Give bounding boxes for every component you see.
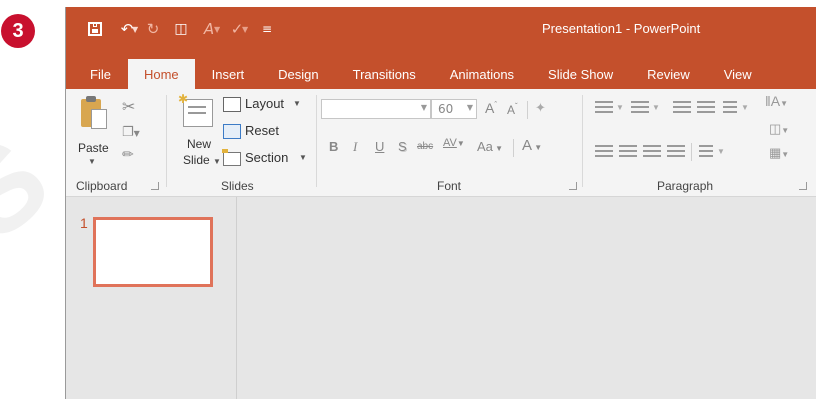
layout-label: Layout bbox=[245, 96, 285, 111]
window-title: Presentation1 - PowerPoint bbox=[542, 21, 701, 36]
tab-design[interactable]: Design bbox=[261, 59, 335, 89]
slide-editing-area[interactable] bbox=[237, 197, 816, 399]
font-size-combobox[interactable]: 60 ▼ bbox=[431, 99, 477, 119]
quick-access-toolbar: ↶ ▼ ↻ ◫ A ▼ ✓ ▼ ≡ bbox=[66, 7, 276, 51]
slides-group-label: Slides bbox=[221, 179, 254, 193]
tab-review[interactable]: Review bbox=[630, 59, 707, 89]
decrease-indent-icon[interactable] bbox=[673, 101, 691, 113]
separator bbox=[691, 143, 692, 161]
new-slide-icon: ✱ bbox=[178, 93, 213, 127]
line-spacing-icon[interactable] bbox=[723, 101, 737, 113]
bullets-icon[interactable] bbox=[595, 101, 613, 113]
clipboard-group-label: Clipboard bbox=[76, 179, 128, 193]
tab-file[interactable]: File bbox=[66, 59, 128, 89]
step-badge: 3 bbox=[1, 14, 35, 48]
font-name-dropdown-icon[interactable]: ▼ bbox=[421, 103, 427, 112]
slide-number: 1 bbox=[80, 215, 88, 231]
font-name-combobox[interactable]: ▼ bbox=[321, 99, 431, 119]
font-color-button[interactable]: A ▼ bbox=[522, 137, 542, 154]
font-launcher-icon[interactable] bbox=[569, 182, 577, 190]
font-size-dropdown-icon[interactable]: ▼ bbox=[467, 103, 473, 112]
text-direction-icon[interactable]: ‖A▼ bbox=[765, 93, 788, 109]
font-group-label: Font bbox=[437, 179, 462, 193]
watermark: S bbox=[0, 111, 74, 267]
separator bbox=[527, 101, 528, 119]
tab-slide-show[interactable]: Slide Show bbox=[531, 59, 630, 89]
paragraph-group: ▼ ▼ ▼ ‖A▼ ◫▼ ▦▼ ▼ Paragraph bbox=[583, 89, 816, 196]
align-text-icon[interactable]: ◫▼ bbox=[769, 121, 789, 137]
tab-home[interactable]: Home bbox=[127, 59, 195, 89]
underline-button[interactable]: U bbox=[375, 139, 384, 154]
ribbon-tabs: File Home Insert Design Transitions Anim… bbox=[66, 51, 816, 89]
character-spacing-button[interactable]: AV▼ bbox=[443, 137, 465, 149]
title-bar: ↶ ▼ ↻ ◫ A ▼ ✓ ▼ ≡ Presentation1 - PowerP… bbox=[66, 7, 816, 51]
format-painter-brush-icon[interactable]: ✏ bbox=[122, 147, 134, 163]
italic-button[interactable]: I bbox=[353, 139, 357, 155]
ribbon: Paste ▼ ✂ ❐▼ ✏ Clipboard ✱ New Slide ▼ L… bbox=[66, 89, 816, 197]
increase-indent-icon[interactable] bbox=[697, 101, 715, 113]
slide-thumbnails-pane: 1 bbox=[66, 197, 237, 399]
layout-icon bbox=[223, 97, 241, 112]
align-right-icon[interactable] bbox=[643, 145, 661, 157]
clear-formatting-icon[interactable]: ✦ bbox=[535, 100, 546, 116]
clipboard-group: Paste ▼ ✂ ❐▼ ✏ Clipboard bbox=[66, 89, 166, 196]
justify-icon[interactable] bbox=[667, 145, 685, 157]
bullets-dropdown-icon[interactable]: ▼ bbox=[616, 103, 624, 112]
convert-to-smartart-icon[interactable]: ▦▼ bbox=[769, 145, 789, 161]
section-label: Section bbox=[245, 150, 289, 165]
paste-button[interactable]: Paste ▼ bbox=[76, 95, 116, 166]
new-slide-label-line2: Slide ▼ bbox=[183, 153, 221, 167]
strikethrough-button[interactable]: abc bbox=[417, 141, 433, 152]
new-slide-button[interactable]: ✱ New Slide ▼ bbox=[175, 93, 221, 173]
redo-icon[interactable]: ↻ bbox=[144, 19, 162, 39]
bold-button[interactable]: B bbox=[329, 139, 338, 154]
reset-icon bbox=[223, 124, 241, 139]
undo-icon[interactable]: ↶ bbox=[118, 19, 136, 39]
section-dropdown-icon: ▼ bbox=[299, 153, 307, 162]
clipboard-launcher-icon[interactable] bbox=[151, 182, 159, 190]
increase-font-size-button[interactable]: Aˆ bbox=[485, 100, 497, 116]
tab-view[interactable]: View bbox=[707, 59, 769, 89]
customize-icon[interactable]: ≡ bbox=[258, 19, 276, 39]
section-icon bbox=[222, 149, 241, 166]
paragraph-group-label: Paragraph bbox=[657, 179, 714, 193]
paste-dropdown-icon: ▼ bbox=[88, 157, 96, 166]
align-center-icon[interactable] bbox=[619, 145, 637, 157]
decrease-font-size-button[interactable]: Aˇ bbox=[507, 102, 518, 117]
paste-label: Paste bbox=[78, 141, 109, 155]
start-from-beginning-icon[interactable]: ◫ bbox=[172, 19, 190, 39]
align-left-icon[interactable] bbox=[595, 145, 613, 157]
tab-transitions[interactable]: Transitions bbox=[336, 59, 433, 89]
tab-animations[interactable]: Animations bbox=[433, 59, 531, 89]
cut-icon[interactable]: ✂ bbox=[122, 97, 135, 116]
change-case-button[interactable]: Aa ▼ bbox=[477, 139, 503, 154]
format-painter-icon[interactable]: ✓ bbox=[228, 19, 246, 39]
font-group: ▼ 60 ▼ Aˆ Aˇ ✦ B I U S abc AV▼ Aa ▼ A ▼ … bbox=[317, 89, 582, 196]
new-slide-label-line1: New bbox=[187, 137, 212, 151]
reset-label: Reset bbox=[245, 123, 279, 138]
text-shadow-button[interactable]: S bbox=[398, 139, 407, 154]
tab-insert[interactable]: Insert bbox=[195, 59, 262, 89]
copy-icon[interactable]: ❐▼ bbox=[122, 125, 140, 140]
columns-dropdown-icon[interactable]: ▼ bbox=[717, 147, 725, 156]
columns-icon[interactable] bbox=[699, 145, 713, 157]
slides-group: ✱ New Slide ▼ Layout ▼ Reset Section ▼ S… bbox=[167, 89, 317, 196]
save-icon[interactable] bbox=[86, 19, 104, 39]
line-spacing-dropdown-icon[interactable]: ▼ bbox=[741, 103, 749, 112]
font-color-icon[interactable]: A bbox=[200, 19, 218, 39]
layout-dropdown-icon: ▼ bbox=[293, 99, 301, 108]
numbering-dropdown-icon[interactable]: ▼ bbox=[652, 103, 660, 112]
separator bbox=[513, 139, 514, 157]
paragraph-launcher-icon[interactable] bbox=[799, 182, 807, 190]
numbering-icon[interactable] bbox=[631, 101, 649, 113]
powerpoint-window: ↶ ▼ ↻ ◫ A ▼ ✓ ▼ ≡ Presentation1 - PowerP… bbox=[65, 7, 816, 399]
slide-thumbnail[interactable] bbox=[93, 217, 213, 287]
paste-icon bbox=[81, 96, 107, 129]
